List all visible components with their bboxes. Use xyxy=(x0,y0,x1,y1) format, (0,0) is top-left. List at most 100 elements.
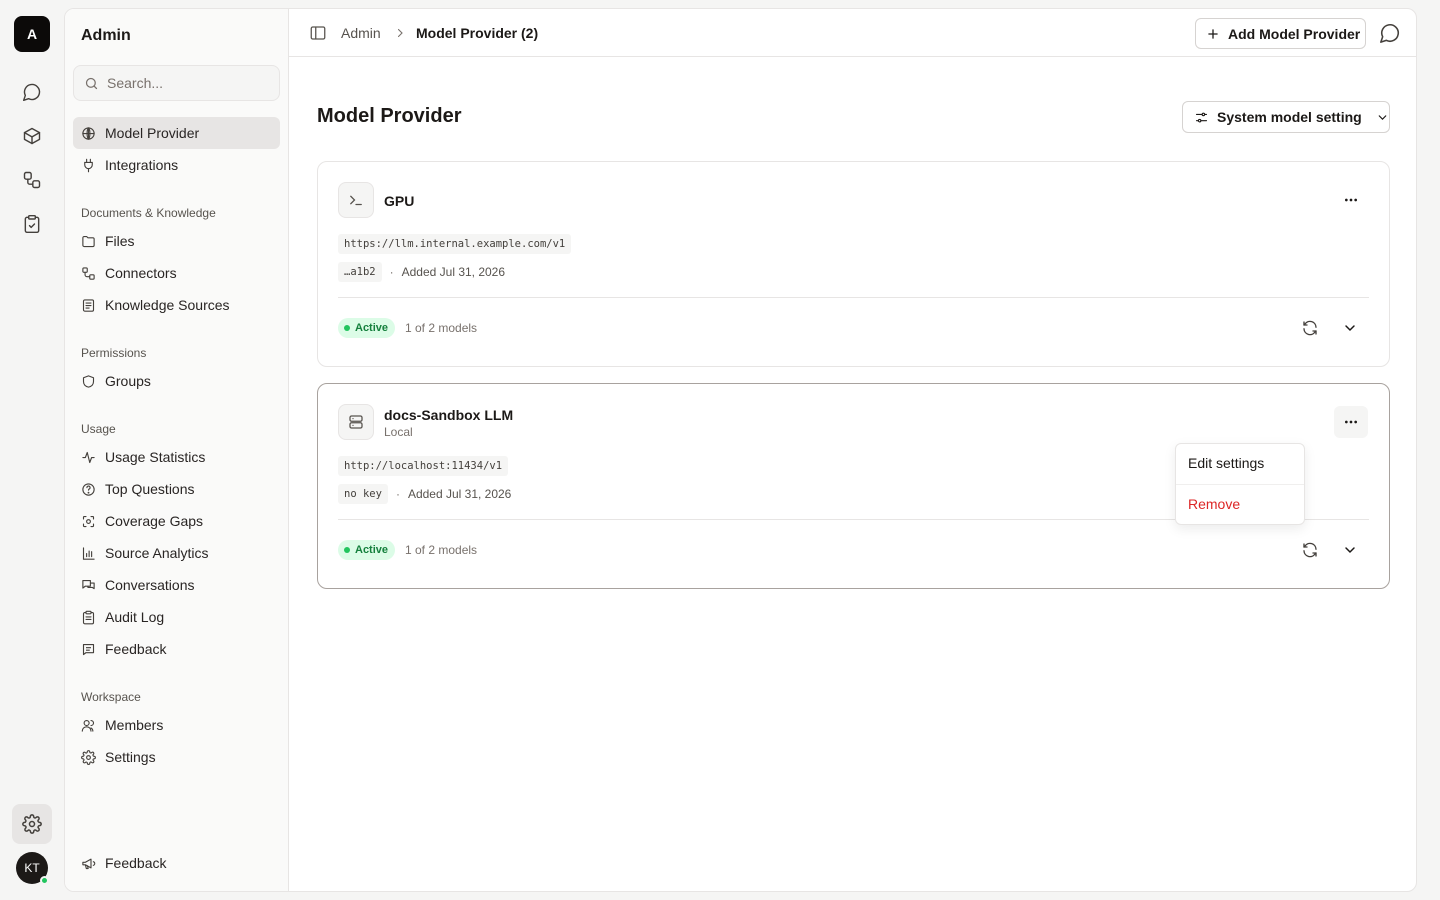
status-label: Active xyxy=(355,544,389,556)
connector-icon xyxy=(82,266,95,280)
sidebar-item-feedback[interactable]: Feedback xyxy=(73,633,280,665)
sidebar-footer-feedback[interactable]: Feedback xyxy=(73,847,280,879)
admin-settings-nav-button[interactable] xyxy=(12,804,52,844)
users-icon xyxy=(81,719,95,732)
provider-name: docs-Sandbox LLM xyxy=(384,407,514,423)
message-text-icon xyxy=(82,643,95,655)
provider-meta: no key · Added Jul 31, 2026 xyxy=(338,484,511,504)
sliders-icon xyxy=(1195,112,1208,122)
sidebar-search[interactable] xyxy=(73,65,280,101)
sidebar-item-files[interactable]: Files xyxy=(73,225,280,257)
sidebar-item-usage-statistics[interactable]: Usage Statistics xyxy=(73,441,280,473)
breadcrumb-current: Model Provider (2) xyxy=(416,25,539,41)
provider-type-icon xyxy=(338,182,374,218)
clipboard-check-icon xyxy=(24,214,40,234)
provider-name: GPU xyxy=(384,193,415,209)
workspace-logo[interactable]: A xyxy=(14,16,50,52)
sidebar-item-conversations[interactable]: Conversations xyxy=(73,569,280,601)
provider-added-date: Added Jul 31, 2026 xyxy=(407,487,512,501)
provider-type-icon xyxy=(338,404,374,440)
sidebar-item-label: Integrations xyxy=(105,157,179,173)
search-icon xyxy=(85,77,98,89)
status-badge: Active xyxy=(338,540,396,560)
sidebar-item-members[interactable]: Members xyxy=(73,709,280,741)
sidebar-item-integrations[interactable]: Integrations xyxy=(73,149,280,181)
section-usage: Usage xyxy=(81,422,116,436)
model-count: 1 of 2 models xyxy=(405,321,478,335)
sidebar-item-groups[interactable]: Groups xyxy=(73,365,280,397)
book-icon xyxy=(82,298,95,312)
refresh-icon[interactable] xyxy=(1301,319,1319,337)
status-badge: Active xyxy=(338,318,396,338)
server-icon xyxy=(349,415,363,429)
chevron-down-icon[interactable] xyxy=(1342,542,1358,558)
card-divider xyxy=(338,297,1369,298)
chevron-down-icon[interactable] xyxy=(1342,320,1358,336)
sidebar-item-settings[interactable]: Settings xyxy=(73,741,280,773)
chevron-right-icon xyxy=(397,28,403,38)
scan-icon xyxy=(82,515,95,527)
chat-bubble-icon xyxy=(22,83,41,102)
shield-icon xyxy=(82,374,95,388)
sidebar-item-knowledge-sources[interactable]: Knowledge Sources xyxy=(73,289,280,321)
more-horizontal-icon xyxy=(1345,420,1357,424)
sidebar-item-label: Conversations xyxy=(105,577,195,593)
system-model-setting-button[interactable]: System model setting xyxy=(1182,101,1390,133)
topbar: Admin Model Provider (2) Add Model Provi… xyxy=(289,9,1416,57)
plug-icon xyxy=(84,158,93,172)
chat-bubble-icon[interactable] xyxy=(1379,22,1401,44)
status-dot xyxy=(344,325,350,331)
refresh-icon[interactable] xyxy=(1301,541,1319,559)
sidebar-item-model-provider[interactable]: Model Provider xyxy=(73,117,280,149)
messages-icon xyxy=(82,579,95,589)
status-label: Active xyxy=(355,322,389,334)
plus-icon xyxy=(1208,28,1218,39)
user-avatar[interactable]: KT xyxy=(16,852,49,885)
sidebar-item-label: Feedback xyxy=(105,855,167,871)
workflows-nav-button[interactable] xyxy=(12,160,52,200)
system-setting-label: System model setting xyxy=(1217,109,1362,125)
search-input[interactable] xyxy=(107,75,267,91)
sidebar-item-audit-log[interactable]: Audit Log xyxy=(73,601,280,633)
sidebar-item-label: Model Provider xyxy=(105,125,200,141)
sidebar-item-label: Audit Log xyxy=(105,609,165,625)
provider-added-date: Added Jul 31, 2026 xyxy=(401,265,506,279)
tasks-nav-button[interactable] xyxy=(12,204,52,244)
add-button-label: Add Model Provider xyxy=(1228,25,1361,42)
online-status-dot xyxy=(40,876,49,885)
provider-more-button[interactable] xyxy=(1334,406,1368,438)
provider-key: no key xyxy=(338,484,388,504)
gear-icon xyxy=(22,814,42,834)
packages-nav-button[interactable] xyxy=(12,116,52,156)
sidebar-item-top-questions[interactable]: Top Questions xyxy=(73,473,280,505)
provider-more-button[interactable] xyxy=(1334,184,1368,216)
sidebar-item-coverage-gaps[interactable]: Coverage Gaps xyxy=(73,505,280,537)
folder-icon xyxy=(82,235,95,247)
provider-actions-menu: Edit settings Remove xyxy=(1175,443,1305,525)
chevron-down-icon xyxy=(1378,114,1387,120)
menu-item-edit-settings[interactable]: Edit settings xyxy=(1188,455,1264,471)
section-documents-knowledge: Documents & Knowledge xyxy=(81,206,216,220)
breadcrumb-admin[interactable]: Admin xyxy=(341,25,381,41)
sidebar-item-source-analytics[interactable]: Source Analytics xyxy=(73,537,280,569)
meta-separator: · xyxy=(395,487,400,501)
sidebar-item-connectors[interactable]: Connectors xyxy=(73,257,280,289)
megaphone-icon xyxy=(82,858,96,869)
provider-key: …a1b2 xyxy=(338,262,382,282)
add-model-provider-button[interactable]: Add Model Provider xyxy=(1195,18,1366,49)
chat-nav-button[interactable] xyxy=(12,72,52,112)
sidebar-title: Admin xyxy=(81,27,131,44)
provider-card-gpu: GPU https://llm.internal.example.com/v1 … xyxy=(317,161,1390,367)
sidebar-item-label: Top Questions xyxy=(105,481,195,497)
admin-sidebar: Admin Model Provider Integrations Docume… xyxy=(65,9,289,891)
sidebar-toggle-icon[interactable] xyxy=(309,24,327,42)
status-dot xyxy=(344,547,350,553)
provider-url: https://llm.internal.example.com/v1 xyxy=(338,234,572,254)
clipboard-icon xyxy=(82,610,95,624)
menu-divider xyxy=(1176,484,1304,485)
sidebar-item-label: Knowledge Sources xyxy=(105,297,230,313)
menu-item-remove[interactable]: Remove xyxy=(1188,496,1240,512)
more-horizontal-icon xyxy=(1345,198,1357,202)
page-title: Model Provider xyxy=(317,105,462,127)
sidebar-item-label: Source Analytics xyxy=(105,545,209,561)
